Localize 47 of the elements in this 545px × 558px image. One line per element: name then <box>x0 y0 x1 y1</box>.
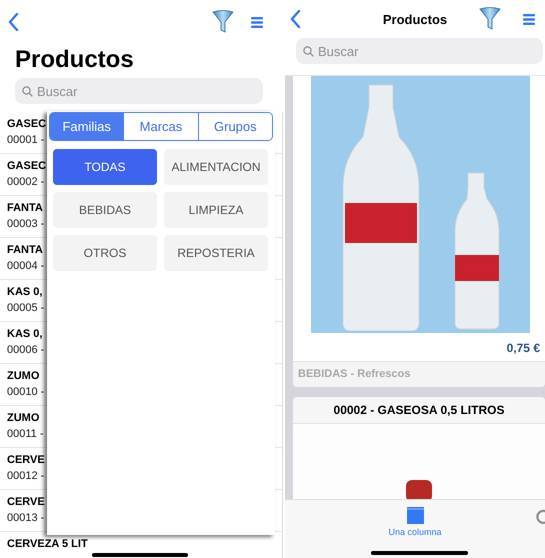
page-title: Productos <box>14 45 135 75</box>
product-name: GASEC <box>7 160 46 172</box>
product-name: CERVE <box>7 454 45 466</box>
back-icon[interactable] <box>290 10 301 28</box>
category-button[interactable]: OTROS <box>53 235 157 271</box>
product-name: CERVE <box>7 496 45 508</box>
product-code: 00002 - <box>7 176 44 188</box>
search-field[interactable]: Buscar <box>296 38 543 64</box>
category-button[interactable]: BEBIDAS <box>53 192 157 228</box>
category-button[interactable]: TODAS <box>53 149 157 185</box>
product-name: ZUMO <box>7 412 40 424</box>
search-icon <box>22 86 33 97</box>
product-name: KAS 0, <box>7 286 42 298</box>
single-column-icon <box>406 507 424 524</box>
product-card[interactable]: 00002 - GASEOSA 0,5 LITROS <box>293 397 545 499</box>
product-category: BEBIDAS - Refrescos <box>298 368 410 380</box>
filter-tab[interactable]: Grupos <box>198 113 272 140</box>
page-title: Productos <box>382 12 448 26</box>
product-card[interactable]: 0,75 € BEBIDAS - Refrescos <box>293 76 545 387</box>
back-icon[interactable] <box>8 13 19 31</box>
category-button[interactable]: REPOSTERIA <box>164 235 268 271</box>
product-name: ZUMO <box>7 370 40 382</box>
funnel-icon[interactable] <box>479 7 501 31</box>
product-name: KAS 0, <box>7 328 42 340</box>
product-name: GASEC <box>7 118 46 130</box>
product-title: 00002 - GASEOSA 0,5 LITROS <box>334 403 504 417</box>
product-name: FANTA <box>7 244 43 256</box>
search-field[interactable]: Buscar <box>15 78 263 104</box>
menu-icon[interactable] <box>523 14 535 24</box>
product-price: 0,75 € <box>506 341 540 355</box>
funnel-icon[interactable] <box>212 10 234 34</box>
product-code: 00006 - <box>7 344 44 356</box>
product-name: CERVEZA 5 LIT <box>7 538 88 550</box>
product-code: 00011 - <box>7 428 44 440</box>
filter-tab[interactable]: Familias <box>50 113 124 140</box>
search-icon <box>303 46 314 57</box>
category-button[interactable]: ALIMENTACION <box>164 149 268 185</box>
product-code: 00010 - <box>7 386 44 398</box>
menu-icon[interactable] <box>251 16 263 28</box>
product-code: 00013 - <box>7 512 44 524</box>
product-code: 00004 - <box>7 260 44 272</box>
product-code: 00012 - <box>7 470 44 482</box>
product-name: FANTA <box>7 202 43 214</box>
product-code: 00005 - <box>7 302 44 314</box>
category-button[interactable]: LIMPIEZA <box>164 192 268 228</box>
product-code: 00001 - <box>7 134 44 146</box>
product-code: 00003 - <box>7 218 44 230</box>
